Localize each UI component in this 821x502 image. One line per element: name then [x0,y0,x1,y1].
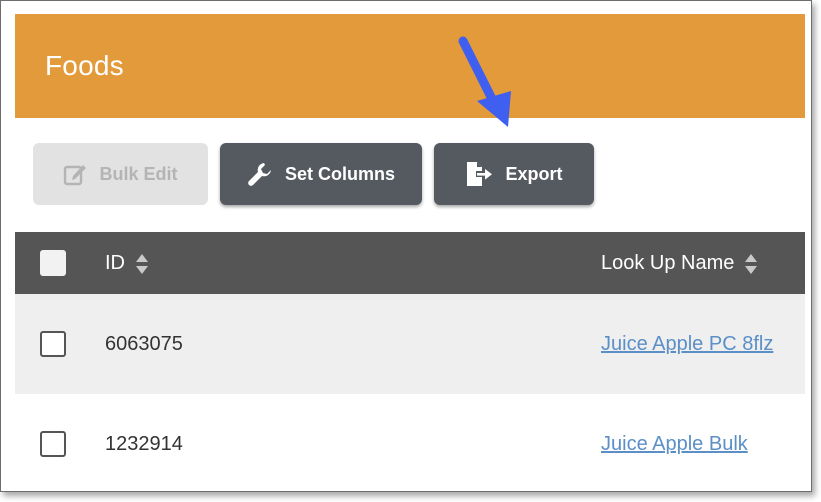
export-label: Export [505,163,563,184]
row-checkbox[interactable] [40,431,66,457]
column-header-look-up-name[interactable]: Look Up Name [601,252,758,275]
column-header-id[interactable]: ID [105,252,149,275]
row-checkbox[interactable] [40,331,66,357]
cell-id: 6063075 [105,333,183,355]
file-export-icon [465,161,493,187]
sort-icon [135,253,149,275]
annotation-arrow [458,36,511,127]
cell-id: 1232914 [105,433,183,455]
set-columns-button[interactable]: Set Columns [220,143,422,205]
app-window: Foods Bulk Edit Set Columns Export ID Lo… [0,0,812,492]
wrench-icon [247,161,273,187]
page-title: Foods [45,50,124,81]
bulk-edit-button[interactable]: Bulk Edit [33,143,208,205]
page-header: Foods [15,14,805,118]
cell-look-up-name-link[interactable]: Juice Apple PC 8flz [601,333,773,356]
bulk-edit-label: Bulk Edit [99,163,178,184]
export-button[interactable]: Export [434,143,594,205]
table-header: ID Look Up Name [15,232,805,294]
select-all-checkbox[interactable] [40,250,66,276]
cell-look-up-name-link[interactable]: Juice Apple Bulk [601,433,748,456]
table-row: 6063075 Juice Apple PC 8flz [15,294,805,394]
sort-icon [744,253,758,275]
column-header-label: ID [105,252,125,274]
table-row: 1232914 Juice Apple Bulk [15,394,805,491]
set-columns-label: Set Columns [284,163,395,184]
column-header-label: Look Up Name [601,252,735,274]
edit-icon [63,162,87,186]
